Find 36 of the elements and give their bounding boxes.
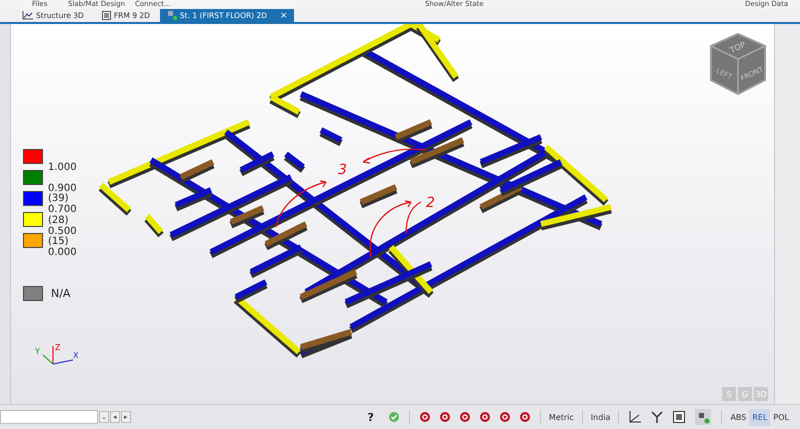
stop-circle-icon[interactable] xyxy=(460,412,470,422)
axis-triad-icon xyxy=(42,346,74,364)
legend-label: (15) xyxy=(48,237,70,248)
frame-icon xyxy=(102,11,111,20)
axis-label: Z xyxy=(55,343,60,352)
stop-circle-icon[interactable] xyxy=(480,412,490,422)
legend-label: (39) xyxy=(48,194,70,204)
coordinate-mode-button[interactable]: REL xyxy=(749,408,770,426)
frame-icon[interactable] xyxy=(673,411,686,423)
fork-icon[interactable] xyxy=(651,411,664,423)
stop-circle-icon[interactable] xyxy=(520,412,530,422)
unit-label[interactable]: India xyxy=(588,412,614,422)
check-circle-icon[interactable] xyxy=(388,412,399,422)
annotation-number: 3 xyxy=(338,162,347,178)
combo-field[interactable] xyxy=(0,410,98,424)
coordinate-mode-button[interactable]: POL xyxy=(770,408,792,426)
stop-circle-icon[interactable] xyxy=(500,412,510,422)
legend-label: 0.000 xyxy=(48,248,77,259)
unit-label[interactable]: Metric xyxy=(546,412,577,422)
stop-circle-icon[interactable] xyxy=(420,412,430,422)
chart-icon xyxy=(22,11,33,20)
legend-label: (28) xyxy=(48,216,70,226)
layer-icon[interactable] xyxy=(695,409,712,425)
legend-label: N/A xyxy=(51,287,70,300)
help-button[interactable]: ? xyxy=(368,410,374,424)
stop-circle-icon[interactable] xyxy=(440,412,450,422)
coordinate-mode-button[interactable]: ABS xyxy=(727,408,750,426)
axis-icon[interactable] xyxy=(629,411,642,423)
annotation-number: 2 xyxy=(426,195,435,211)
legend-label: 0.900 xyxy=(48,184,77,194)
axis-label: Y xyxy=(35,347,40,356)
legend-label: 1.000 xyxy=(48,163,77,174)
legend-label: 0.500 xyxy=(48,226,77,237)
legend-label: 0.700 xyxy=(48,205,77,216)
axis-label: X xyxy=(73,351,78,360)
plan-icon xyxy=(168,11,177,20)
